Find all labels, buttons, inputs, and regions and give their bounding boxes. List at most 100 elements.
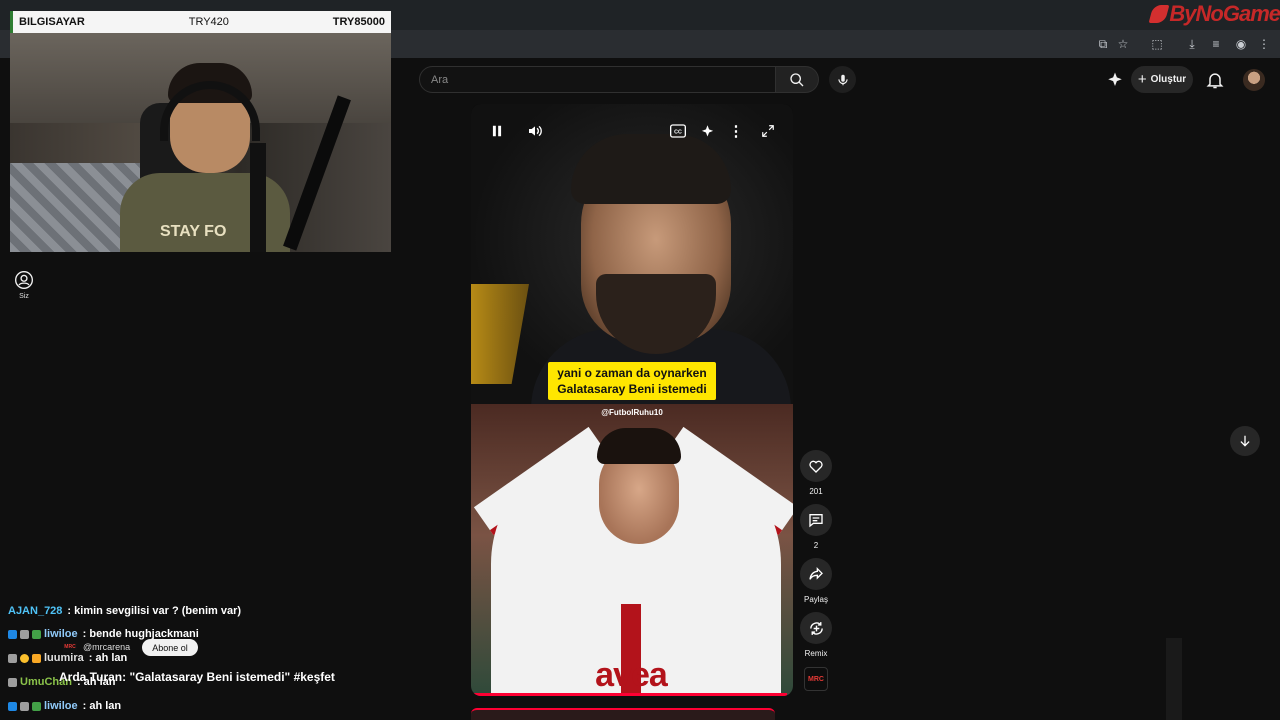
comment-icon xyxy=(809,514,823,528)
chat-username: liwiloe xyxy=(44,700,78,712)
more-options-button[interactable]: ⋮ xyxy=(725,120,747,142)
sparkle-icon xyxy=(701,124,713,136)
bookmark-star-icon[interactable]: ☆ xyxy=(1115,36,1131,52)
chat-message: AJAN_728 : kimin sevgilisi var ? (benim … xyxy=(8,605,241,617)
video-progress-fill xyxy=(471,693,787,696)
video-player-hair xyxy=(597,428,681,464)
channel-handle[interactable]: @mrcarena xyxy=(83,642,130,652)
microphone-icon xyxy=(837,74,848,85)
chat-badge-icon xyxy=(20,653,29,663)
browser-menu-icon[interactable]: ⋮ xyxy=(1256,36,1272,52)
video-caption: yani o zaman da oynarken Galatasaray Ben… xyxy=(548,362,716,400)
comment-count: 2 xyxy=(813,541,819,550)
chat-badge-icon xyxy=(8,701,17,711)
account-circle-icon[interactable] xyxy=(14,270,34,290)
svg-text:CC: CC xyxy=(674,130,682,136)
media-controls-icon[interactable]: ≡ xyxy=(1208,36,1224,52)
chat-badge-icon xyxy=(20,701,29,711)
brand-text: ByNoGame xyxy=(1169,1,1280,26)
chat-badge-icon xyxy=(8,629,17,639)
video-frame-top xyxy=(471,104,793,409)
search-placeholder: Ara xyxy=(431,73,449,86)
video-watermark: @FutbolRuhu10 xyxy=(601,408,663,417)
chat-badge-icon xyxy=(8,677,17,687)
chat-username: luumira xyxy=(44,652,84,664)
next-short-preview[interactable] xyxy=(471,708,775,720)
share-icon xyxy=(809,567,823,580)
ask-ai-button[interactable] xyxy=(696,120,718,142)
downloads-icon[interactable]: ⤓ xyxy=(1184,36,1200,52)
video-background-graphic xyxy=(471,284,529,384)
create-button[interactable]: + Oluştur xyxy=(1131,66,1193,93)
jersey-sponsor-logo: avea xyxy=(595,656,668,694)
volume-button[interactable] xyxy=(524,120,546,142)
captions-button[interactable]: CC xyxy=(667,120,689,142)
subscribe-label: Abone ol xyxy=(152,642,188,653)
voice-search-button[interactable] xyxy=(829,66,856,93)
video-hair xyxy=(571,134,731,204)
share-button[interactable] xyxy=(800,558,832,590)
pause-button[interactable] xyxy=(486,120,508,142)
chat-badge-icon xyxy=(32,629,41,639)
chat-username: AJAN_728 xyxy=(8,605,63,617)
channel-thumbnail[interactable]: MRC xyxy=(804,667,828,691)
volume-icon xyxy=(529,125,542,137)
chat-text: : ah lan xyxy=(88,652,128,664)
chat-message: liwiloe : ah lan xyxy=(8,700,121,712)
like-count: 201 xyxy=(809,487,823,496)
notifications-bell-icon[interactable] xyxy=(1205,70,1225,90)
remix-icon xyxy=(809,621,823,635)
brand-mark-icon xyxy=(1148,5,1170,23)
user-avatar[interactable] xyxy=(1243,69,1265,91)
chat-text: : kimin sevgilisi var ? (benim var) xyxy=(67,605,242,617)
share-label: Paylaş xyxy=(803,595,828,604)
bynogame-logo: ByNoGame xyxy=(1148,1,1280,26)
webcam-microphone xyxy=(250,143,266,252)
chat-badge-icon xyxy=(20,629,29,639)
chat-text: : ah lan xyxy=(82,700,122,712)
create-label: Oluştur xyxy=(1150,74,1187,85)
closed-captions-icon: CC xyxy=(670,124,686,138)
video-frame-bottom: avea xyxy=(471,404,793,696)
like-button[interactable] xyxy=(800,450,832,482)
pause-icon xyxy=(492,125,502,137)
search-icon xyxy=(790,72,804,86)
bet-amount: TRY420 xyxy=(188,16,229,28)
search-button[interactable] xyxy=(776,66,819,93)
remix-button[interactable] xyxy=(800,612,832,644)
fullscreen-icon xyxy=(762,125,774,137)
plus-icon: + xyxy=(1137,71,1147,88)
bet-total: TRY85000 xyxy=(332,16,385,28)
caption-line-1: yani o zaman da oynarken xyxy=(557,366,707,380)
chat-badge-icon xyxy=(32,701,41,711)
chat-badge-icon xyxy=(32,653,41,663)
chat-username: liwiloe xyxy=(44,628,78,640)
webcam-shirt-text: STAY FO xyxy=(160,223,227,240)
channel-thumbnail-text: MRC xyxy=(808,675,824,683)
channel-mini-logo: MRC xyxy=(63,642,77,652)
sparkle-icon[interactable] xyxy=(1106,71,1124,89)
video-channel-info[interactable]: MRC @mrcarena xyxy=(63,642,130,652)
chat-badge-icon xyxy=(8,653,17,663)
next-video-button[interactable] xyxy=(1230,426,1260,456)
install-app-icon[interactable]: ⧉ xyxy=(1095,36,1111,52)
caption-line-2: Galatasaray Beni istemedi xyxy=(557,382,707,396)
remix-label: Remix xyxy=(804,649,828,658)
more-vertical-icon: ⋮ xyxy=(728,123,744,140)
subscribe-button[interactable]: Abone ol xyxy=(142,639,198,656)
fullscreen-button[interactable] xyxy=(757,120,779,142)
comments-button[interactable] xyxy=(800,504,832,536)
bet-label: BILGISAYAR xyxy=(19,16,85,28)
bet-overlay: BILGISAYAR TRY420 TRY85000 xyxy=(10,11,391,33)
arrow-down-icon xyxy=(1240,435,1250,447)
search-input[interactable]: Ara xyxy=(419,66,776,93)
profile-icon[interactable]: ◉ xyxy=(1233,36,1249,52)
chat-message: luumira : ah lan xyxy=(8,652,127,664)
page-scrollbar[interactable] xyxy=(1166,638,1182,720)
sidebar-you-label[interactable]: Siz xyxy=(12,293,36,300)
heart-icon xyxy=(809,460,823,473)
video-title[interactable]: Arda Turan: "Galatasaray Beni istemedi" … xyxy=(59,670,335,684)
shorts-video-player[interactable]: yani o zaman da oynarken Galatasaray Ben… xyxy=(471,104,793,696)
webcam-feed: STAY FO xyxy=(10,33,391,252)
extensions-icon[interactable]: ⬚ xyxy=(1149,36,1165,52)
